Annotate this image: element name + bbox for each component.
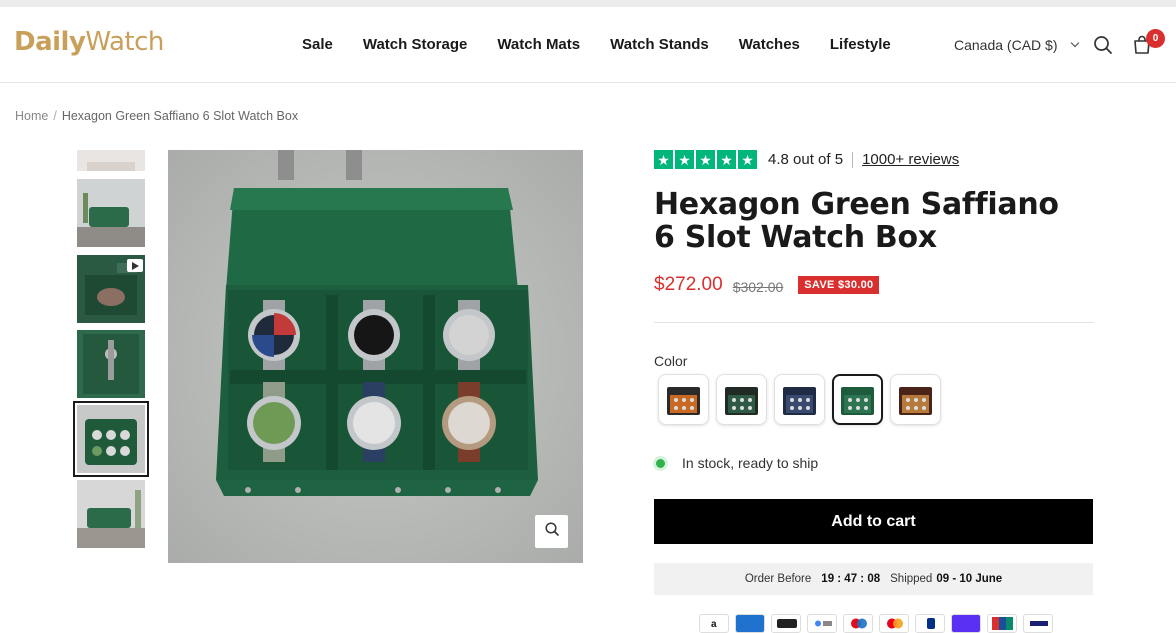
chevron-down-icon bbox=[1070, 38, 1079, 48]
breadcrumb-home[interactable]: Home bbox=[15, 109, 48, 123]
breadcrumb: Home / Hexagon Green Saffiano 6 Slot Watch… bbox=[15, 109, 298, 123]
swatch-black-green[interactable] bbox=[716, 374, 767, 425]
countdown-timer: 19 : 47 : 08 bbox=[821, 573, 881, 585]
star-icon: ★ bbox=[696, 150, 715, 169]
swatch-green-selected[interactable] bbox=[832, 374, 883, 425]
divider bbox=[654, 322, 1094, 323]
sale-price: $272.00 bbox=[654, 274, 723, 295]
top-announcement-strip bbox=[0, 0, 1176, 7]
shipped-label: Shipped bbox=[890, 573, 933, 585]
zoom-icon bbox=[544, 521, 560, 542]
thumbnail-3-video[interactable] bbox=[77, 255, 145, 323]
thumbnail-2[interactable] bbox=[77, 179, 145, 247]
currency-label: Canada (CAD $) bbox=[954, 37, 1058, 53]
rating-summary: ★ ★ ★ ★ ★ 4.8 out of 5 1000+ reviews bbox=[654, 150, 959, 169]
search-icon[interactable] bbox=[1092, 34, 1114, 56]
stock-status: In stock, ready to ship bbox=[656, 455, 818, 471]
compare-price: $302.00 bbox=[732, 278, 784, 295]
add-to-cart-button[interactable]: Add to cart bbox=[654, 499, 1093, 544]
currency-selector[interactable]: Canada (CAD $) bbox=[954, 37, 1079, 53]
swatch-navy-blue[interactable] bbox=[774, 374, 825, 425]
swatch-black-orange[interactable] bbox=[658, 374, 709, 425]
thumbnail-4[interactable] bbox=[77, 330, 145, 398]
shipping-countdown: Order Before 19 : 47 : 08 Shipped 09 - 1… bbox=[654, 563, 1093, 595]
product-title: Hexagon Green Saffiano 6 Slot Watch Box bbox=[654, 187, 1059, 255]
maestro-icon bbox=[843, 614, 873, 633]
rating-text: 4.8 out of 5 bbox=[768, 151, 844, 168]
reviews-link[interactable]: 1000+ reviews bbox=[862, 151, 959, 168]
order-before-label: Order Before bbox=[744, 573, 812, 585]
play-icon bbox=[127, 259, 143, 272]
brand-logo[interactable]: DailyWatch bbox=[14, 27, 164, 57]
payment-icons: a bbox=[699, 614, 1053, 633]
color-swatches bbox=[656, 374, 946, 428]
stock-dot-icon bbox=[656, 458, 665, 468]
thumbnail-5-selected[interactable] bbox=[73, 401, 149, 477]
star-icon: ★ bbox=[675, 150, 694, 169]
nav-item-watch-storage[interactable]: Watch Storage bbox=[363, 36, 467, 53]
breadcrumb-current: Hexagon Green Saffiano 6 Slot Watch Box bbox=[61, 109, 299, 123]
mastercard-icon bbox=[879, 614, 909, 633]
main-product-image[interactable] bbox=[168, 150, 583, 563]
unionpay-icon bbox=[987, 614, 1017, 633]
cart-count-badge: 0 bbox=[1146, 29, 1165, 48]
apple-pay-icon bbox=[771, 614, 801, 633]
site-header: DailyWatch Sale Watch Storage Watch Mats… bbox=[0, 7, 1176, 83]
google-pay-icon bbox=[807, 614, 837, 633]
rating-divider bbox=[852, 151, 854, 168]
star-icon: ★ bbox=[654, 150, 673, 169]
amazon-pay-icon: a bbox=[699, 614, 729, 633]
nav-item-watches[interactable]: Watches bbox=[739, 36, 800, 53]
nav-item-lifestyle[interactable]: Lifestyle bbox=[830, 36, 891, 53]
save-badge: SAVE $30.00 bbox=[798, 276, 880, 294]
trustpilot-stars: ★ ★ ★ ★ ★ bbox=[654, 150, 757, 169]
star-icon: ★ bbox=[717, 150, 736, 169]
thumbnail-6[interactable] bbox=[77, 480, 145, 548]
nav-item-watch-stands[interactable]: Watch Stands bbox=[610, 36, 709, 53]
zoom-button[interactable] bbox=[535, 515, 568, 548]
nav-item-sale[interactable]: Sale bbox=[302, 36, 333, 53]
star-icon: ★ bbox=[738, 150, 757, 169]
visa-icon bbox=[1023, 614, 1053, 633]
swatch-brown-tan[interactable] bbox=[890, 374, 941, 425]
nav-item-watch-mats[interactable]: Watch Mats bbox=[497, 36, 580, 53]
color-label: Color bbox=[654, 353, 688, 369]
amex-icon bbox=[735, 614, 765, 633]
stock-text: In stock, ready to ship bbox=[682, 455, 819, 471]
shop-pay-icon bbox=[951, 614, 981, 633]
main-nav: Sale Watch Storage Watch Mats Watch Stan… bbox=[302, 36, 891, 53]
price-row: $272.00 $302.00 SAVE $30.00 bbox=[654, 274, 880, 296]
paypal-icon bbox=[915, 614, 945, 633]
breadcrumb-separator: / bbox=[53, 109, 57, 123]
shipped-dates: 09 - 10 June bbox=[936, 573, 1003, 585]
thumbnail-1[interactable] bbox=[77, 150, 145, 171]
